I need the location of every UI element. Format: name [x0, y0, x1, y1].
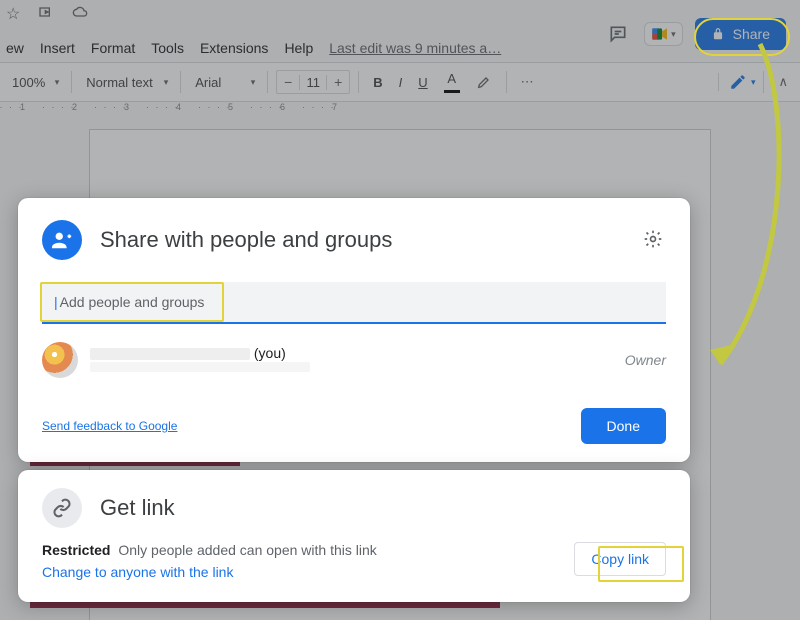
get-link-title: Get link [100, 495, 175, 521]
share-dialog: Share with people and groups |Add people… [18, 198, 690, 462]
avatar [42, 342, 78, 378]
change-access-link[interactable]: Change to anyone with the link [42, 564, 377, 580]
gear-icon [643, 229, 663, 249]
get-link-dialog: Get link Restricted Only people added ca… [18, 470, 690, 602]
copy-link-button[interactable]: Copy link [574, 542, 666, 576]
add-people-placeholder: Add people and groups [60, 294, 205, 310]
user-row: (you) Owner [42, 342, 666, 378]
user-role: Owner [625, 352, 666, 368]
add-people-input[interactable]: |Add people and groups [42, 282, 666, 324]
link-restriction-text: Restricted Only people added can open wi… [42, 542, 377, 558]
user-email [90, 361, 310, 375]
link-icon [42, 488, 82, 528]
user-name: (you) [90, 345, 310, 361]
send-feedback-link[interactable]: Send feedback to Google [42, 419, 177, 433]
share-dialog-title: Share with people and groups [100, 227, 392, 253]
settings-button[interactable] [640, 226, 666, 252]
done-button[interactable]: Done [581, 408, 666, 444]
people-icon [42, 220, 82, 260]
